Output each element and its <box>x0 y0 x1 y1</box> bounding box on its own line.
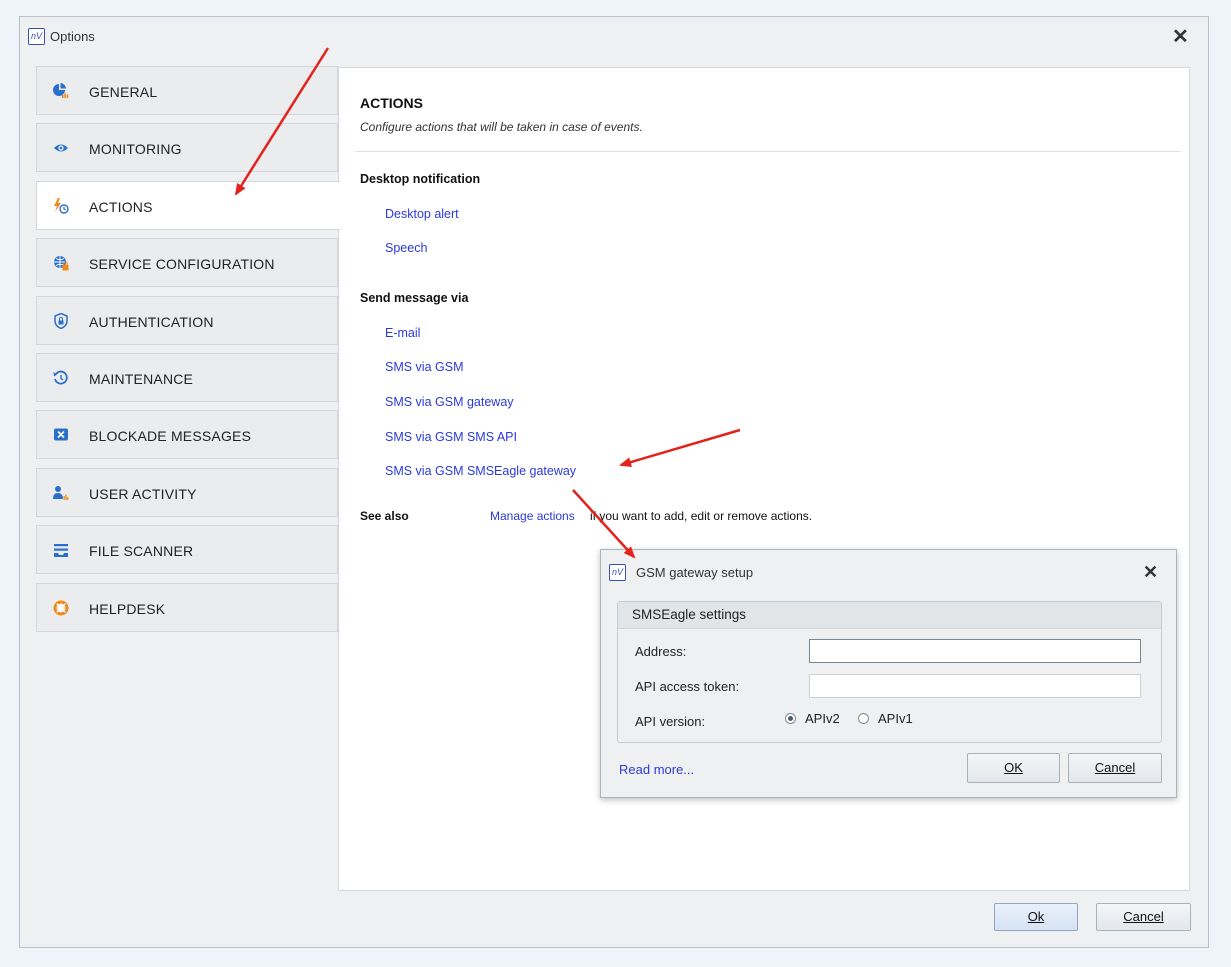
dialog-ok-label: OK <box>1004 760 1023 775</box>
divider <box>355 151 1181 152</box>
cancel-button[interactable]: Cancel <box>1096 903 1191 931</box>
link-sms-via-smseagle-gateway[interactable]: SMS via GSM SMSEagle gateway <box>385 464 576 478</box>
sidebar-item-file-scanner[interactable]: FILE SCANNER <box>36 525 338 574</box>
apiv2-label: APIv2 <box>805 711 840 726</box>
sidebar-item-service-configuration[interactable]: SERVICE CONFIGURATION <box>36 238 338 287</box>
lightning-clock-icon <box>54 198 69 214</box>
address-input[interactable] <box>809 639 1141 663</box>
app-logo-icon: nV <box>28 28 45 45</box>
fieldset-title: SMSEagle settings <box>618 602 1161 629</box>
options-window: nV Options ✕ GENERAL MONITORING ACTIONS <box>19 16 1209 948</box>
shield-lock-icon <box>54 313 68 329</box>
sidebar-item-helpdesk[interactable]: HELPDESK <box>36 583 338 632</box>
sidebar-item-label: ACTIONS <box>89 199 153 215</box>
link-sms-via-gsm-gateway[interactable]: SMS via GSM gateway <box>385 395 514 409</box>
sidebar-item-monitoring[interactable]: MONITORING <box>36 123 338 172</box>
ok-button[interactable]: Ok <box>994 903 1078 931</box>
sidebar-item-label: USER ACTIVITY <box>89 486 197 502</box>
lifebuoy-icon <box>53 600 69 616</box>
manage-actions-link[interactable]: Manage actions <box>490 509 575 523</box>
sidebar-item-label: AUTHENTICATION <box>89 314 214 330</box>
apiv2-radio[interactable] <box>785 713 796 724</box>
blocked-message-icon <box>54 428 68 441</box>
title-bar: nV Options ✕ <box>20 17 1208 57</box>
smseagle-settings-group: SMSEagle settings Address: API access to… <box>617 601 1162 743</box>
api-token-input[interactable] <box>809 674 1141 698</box>
sidebar-item-authentication[interactable]: AUTHENTICATION <box>36 296 338 345</box>
address-label: Address: <box>635 644 687 659</box>
link-sms-via-gsm-sms-api[interactable]: SMS via GSM SMS API <box>385 430 517 444</box>
api-version-label: API version: <box>635 714 706 729</box>
sidebar-item-general[interactable]: GENERAL <box>36 66 338 115</box>
sidebar-item-label: GENERAL <box>89 84 158 100</box>
sidebar-item-label: BLOCKADE MESSAGES <box>89 428 252 444</box>
see-also-label: See also <box>360 509 409 523</box>
section-subtitle: Configure actions that will be taken in … <box>360 120 643 134</box>
sidebar-item-user-activity[interactable]: USER ACTIVITY <box>36 468 338 517</box>
sidebar-item-maintenance[interactable]: MAINTENANCE <box>36 353 338 402</box>
dialog-cancel-label: Cancel <box>1094 760 1136 775</box>
sidebar-item-blockade-messages[interactable]: BLOCKADE MESSAGES <box>36 410 338 459</box>
sidebar-item-label: FILE SCANNER <box>89 543 194 559</box>
cancel-button-label: Cancel <box>1123 909 1164 924</box>
sidebar-item-label: MONITORING <box>89 141 182 157</box>
group-heading-send-message: Send message via <box>360 291 469 305</box>
dialog-close-icon[interactable]: ✕ <box>1143 562 1158 582</box>
dialog-cancel-button[interactable]: Cancel <box>1068 753 1162 783</box>
sidebar-item-label: MAINTENANCE <box>89 371 194 387</box>
group-heading-desktop-notification: Desktop notification <box>360 172 481 186</box>
window-title: Options <box>50 29 95 44</box>
apiv1-radio[interactable] <box>858 713 869 724</box>
sidebar-item-label: SERVICE CONFIGURATION <box>89 256 275 272</box>
app-logo-icon: nV <box>609 564 626 581</box>
dialog-ok-button[interactable]: OK <box>967 753 1060 783</box>
link-sms-via-gsm[interactable]: SMS via GSM <box>385 360 464 374</box>
user-activity-icon <box>53 486 69 500</box>
close-icon[interactable]: ✕ <box>1172 27 1189 47</box>
read-more-link[interactable]: Read more... <box>619 762 694 777</box>
section-title: ACTIONS <box>360 95 423 111</box>
dialog-title: GSM gateway setup <box>636 565 754 580</box>
link-speech[interactable]: Speech <box>385 241 427 255</box>
apiv1-label: APIv1 <box>878 711 913 726</box>
restore-clock-icon <box>53 370 68 385</box>
link-email[interactable]: E-mail <box>385 326 420 340</box>
ok-button-label: Ok <box>1027 909 1045 924</box>
globe-lock-icon <box>54 256 69 271</box>
eye-icon <box>54 144 68 152</box>
sidebar-item-actions[interactable]: ACTIONS <box>36 181 340 230</box>
api-token-label: API access token: <box>635 679 740 694</box>
link-desktop-alert[interactable]: Desktop alert <box>385 207 459 221</box>
sidebar-item-label: HELPDESK <box>89 601 166 617</box>
gsm-gateway-dialog: nV GSM gateway setup ✕ SMSEagle settings… <box>600 549 1177 798</box>
pie-chart-icon <box>53 83 69 98</box>
tray-icon <box>54 544 68 557</box>
see-also-text: if you want to add, edit or remove actio… <box>590 509 813 523</box>
